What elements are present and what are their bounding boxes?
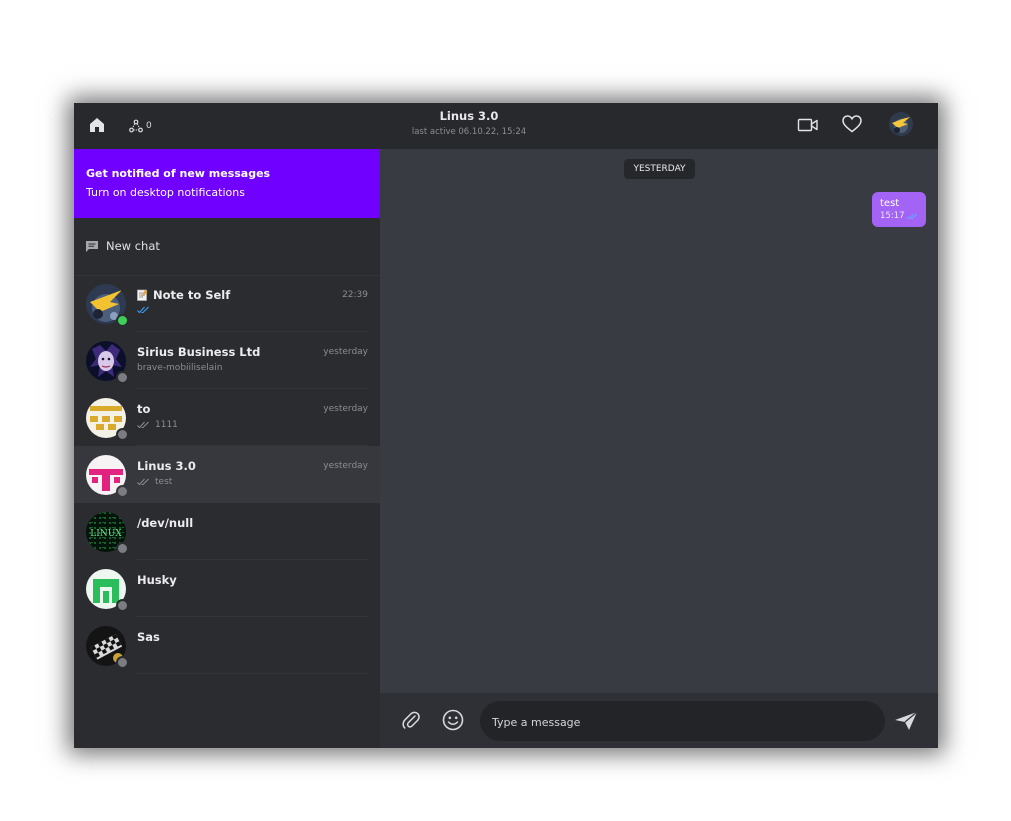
message-meta: 15:17 xyxy=(880,211,919,221)
chat-preview: brave-mobiiliselаin xyxy=(137,363,222,373)
chat-preview-text: test xyxy=(155,477,173,487)
message-input-container xyxy=(480,701,885,743)
offline-status-dot xyxy=(116,485,129,498)
chat-title: Linus 3.0 xyxy=(439,109,499,123)
double-check-icon xyxy=(906,213,917,219)
chat-preview-text: brave-mobiiliselаin xyxy=(137,363,223,373)
new-chat-button[interactable]: New chat xyxy=(74,218,380,276)
offline-status-dot xyxy=(116,428,129,441)
chat-time: 22:39 xyxy=(342,290,368,300)
chat-bubble-icon xyxy=(86,241,98,252)
offline-status-dot xyxy=(116,542,129,555)
heart-icon[interactable] xyxy=(841,114,863,134)
chat-name: /dev/null xyxy=(137,516,194,530)
chat-item-dev-null[interactable]: LINUX /dev/null xyxy=(74,503,380,560)
video-call-icon[interactable] xyxy=(797,116,819,134)
avatar xyxy=(86,569,129,612)
chat-name: Linus 3.0 xyxy=(137,459,196,473)
message-text: test xyxy=(880,198,900,209)
avatar xyxy=(86,455,129,498)
outgoing-message[interactable]: test 15:17 xyxy=(872,192,926,227)
avatar xyxy=(86,398,129,441)
chat-name: Sirius Business Ltd xyxy=(137,345,261,359)
chat-preview xyxy=(137,306,151,314)
chat-sidebar: Get notified of new messages Turn on des… xyxy=(74,149,380,748)
chat-item-linus-3-0[interactable]: Linus 3.0 yesterday test xyxy=(74,446,380,503)
last-active-status: last active 06.10.22, 15:24 xyxy=(411,127,527,137)
notification-subtitle: Turn on desktop notifications xyxy=(86,186,245,199)
chat-preview: 1111 xyxy=(137,420,178,430)
chat-time: yesterday xyxy=(323,347,368,357)
avatar xyxy=(86,284,129,327)
new-chat-label: New chat xyxy=(106,239,160,253)
avatar: LINUX xyxy=(86,512,129,555)
conversation-panel: YESTERDAY test 15:17 xyxy=(380,149,938,748)
offline-status-dot xyxy=(116,371,129,384)
chat-item-sas[interactable]: Sas xyxy=(74,617,380,674)
profile-avatar[interactable] xyxy=(889,112,913,136)
double-check-icon xyxy=(137,478,149,486)
chat-name: to xyxy=(137,402,151,416)
chat-item-note-to-self[interactable]: Note to Self 22:39 xyxy=(74,275,380,332)
paperclip-icon[interactable] xyxy=(402,710,420,730)
offline-status-dot xyxy=(116,656,129,669)
online-status-dot xyxy=(116,314,129,327)
svg-text:LINUX: LINUX xyxy=(90,529,122,539)
note-icon xyxy=(137,289,148,301)
message-time: 15:17 xyxy=(880,211,905,221)
top-bar: 0 Linus 3.0 last active 06.10.22, 15:24 xyxy=(74,103,938,150)
chat-time: yesterday xyxy=(323,461,368,471)
chat-preview-text: 1111 xyxy=(155,420,178,430)
notification-title: Get notified of new messages xyxy=(86,167,271,180)
offline-status-dot xyxy=(116,599,129,612)
chat-preview: test xyxy=(137,477,172,487)
chat-name: Husky xyxy=(137,573,177,587)
message-input[interactable] xyxy=(490,701,874,743)
emoji-icon[interactable] xyxy=(442,709,464,731)
message-composer xyxy=(380,693,938,748)
day-separator: YESTERDAY xyxy=(624,159,695,179)
avatar xyxy=(86,626,129,669)
send-icon[interactable] xyxy=(894,711,918,731)
double-check-icon xyxy=(137,421,149,429)
chat-name: Note to Self xyxy=(153,288,231,302)
divider xyxy=(136,673,368,674)
double-check-icon xyxy=(137,306,149,314)
chat-item-to[interactable]: to yesterday 1111 xyxy=(74,389,380,446)
messenger-window: 0 Linus 3.0 last active 06.10.22, 15:24 … xyxy=(74,103,938,748)
chat-item-husky[interactable]: Husky xyxy=(74,560,380,617)
avatar xyxy=(86,341,129,384)
chat-time: yesterday xyxy=(323,404,368,414)
notification-banner[interactable]: Get notified of new messages Turn on des… xyxy=(74,149,380,218)
chat-name: Sas xyxy=(137,630,160,644)
chat-item-sirius-business-ltd[interactable]: Sirius Business Ltd yesterday brave-mobi… xyxy=(74,332,380,389)
